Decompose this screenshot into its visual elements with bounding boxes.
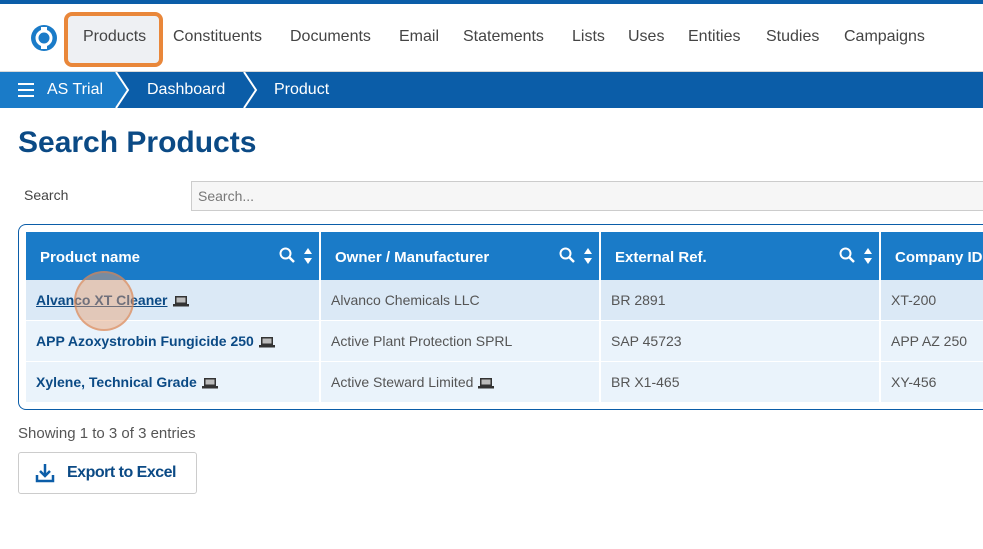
column-label: Owner / Manufacturer <box>335 248 490 266</box>
cell-owner: Active Plant Protection SPRL <box>320 320 601 362</box>
search-icon[interactable] <box>559 247 575 263</box>
search-label: Search <box>24 187 69 203</box>
laptop-icon <box>478 378 495 389</box>
cell-product-name: Xylene, Technical Grade <box>26 361 321 403</box>
nav-email[interactable]: Email <box>399 28 439 46</box>
breadcrumb-arrow <box>243 72 258 108</box>
laptop-icon <box>172 296 189 307</box>
breadcrumb-trial-label[interactable]: AS Trial <box>47 81 103 99</box>
table-row: Alvanco XT Cleaner Alvanco Chemicals LLC… <box>26 280 983 321</box>
sort-icon[interactable] <box>863 247 873 265</box>
search-icon[interactable] <box>279 247 295 263</box>
nav-uses[interactable]: Uses <box>628 28 664 46</box>
search-icon[interactable] <box>839 247 855 263</box>
product-link[interactable]: Alvanco XT Cleaner <box>36 292 168 308</box>
top-navigation: Products Constituents Documents Email St… <box>0 4 983 72</box>
owner-text: Active Steward Limited <box>331 374 474 390</box>
column-label: External Ref. <box>615 248 707 266</box>
cell-company-id: XT-200 <box>880 280 983 321</box>
breadcrumb-arrow <box>114 72 130 108</box>
product-link[interactable]: APP Azoxystrobin Fungicide 250 <box>36 333 254 349</box>
table-row: APP Azoxystrobin Fungicide 250 Active Pl… <box>26 320 983 362</box>
nav-entities[interactable]: Entities <box>688 28 740 46</box>
sort-icon[interactable] <box>303 247 313 265</box>
nav-statements[interactable]: Statements <box>463 28 544 46</box>
column-label: Product name <box>40 248 141 266</box>
sort-icon[interactable] <box>583 247 593 265</box>
cell-owner: Active Steward Limited <box>320 361 601 403</box>
product-link[interactable]: Xylene, Technical Grade <box>36 374 197 390</box>
laptop-icon <box>201 378 218 389</box>
column-label: Company ID <box>895 248 983 266</box>
app-logo[interactable] <box>30 24 58 52</box>
column-header-owner[interactable]: Owner / Manufacturer <box>320 232 601 280</box>
cell-product-name: APP Azoxystrobin Fungicide 250 <box>26 320 321 362</box>
cell-product-name: Alvanco XT Cleaner <box>26 280 321 321</box>
cell-company-id: APP AZ 250 <box>880 320 983 362</box>
breadcrumb-dashboard[interactable]: Dashboard <box>147 81 225 99</box>
export-excel-button[interactable]: Export to Excel <box>18 452 197 494</box>
page-title: Search Products <box>18 126 257 159</box>
products-table: Product name Owner / Manufacturer Extern… <box>26 232 983 403</box>
nav-studies[interactable]: Studies <box>766 28 819 46</box>
breadcrumb: AS Trial Dashboard Product <box>0 72 983 108</box>
table-row: Xylene, Technical Grade Active Steward L… <box>26 361 983 403</box>
nav-documents[interactable]: Documents <box>290 28 371 46</box>
breadcrumb-product: Product <box>274 81 330 98</box>
search-input[interactable] <box>191 181 983 211</box>
nav-lists[interactable]: Lists <box>572 28 605 46</box>
nav-constituents[interactable]: Constituents <box>173 28 262 46</box>
cell-external-ref: BR 2891 <box>600 280 881 321</box>
laptop-icon <box>258 337 275 348</box>
nav-products[interactable]: Products <box>83 28 146 46</box>
entries-info: Showing 1 to 3 of 3 entries <box>18 425 196 442</box>
export-label: Export to Excel <box>67 464 176 481</box>
column-header-product-name[interactable]: Product name <box>26 232 321 280</box>
cell-external-ref: BR X1-465 <box>600 361 881 403</box>
hamburger-icon[interactable] <box>18 83 34 97</box>
nav-campaigns[interactable]: Campaigns <box>844 28 925 46</box>
column-header-company-id[interactable]: Company ID <box>880 232 983 280</box>
cell-external-ref: SAP 45723 <box>600 320 881 362</box>
cell-owner: Alvanco Chemicals LLC <box>320 280 601 321</box>
column-header-external-ref[interactable]: External Ref. <box>600 232 881 280</box>
table-header-row: Product name Owner / Manufacturer Extern… <box>26 232 983 280</box>
cell-company-id: XY-456 <box>880 361 983 403</box>
download-icon <box>35 464 55 483</box>
